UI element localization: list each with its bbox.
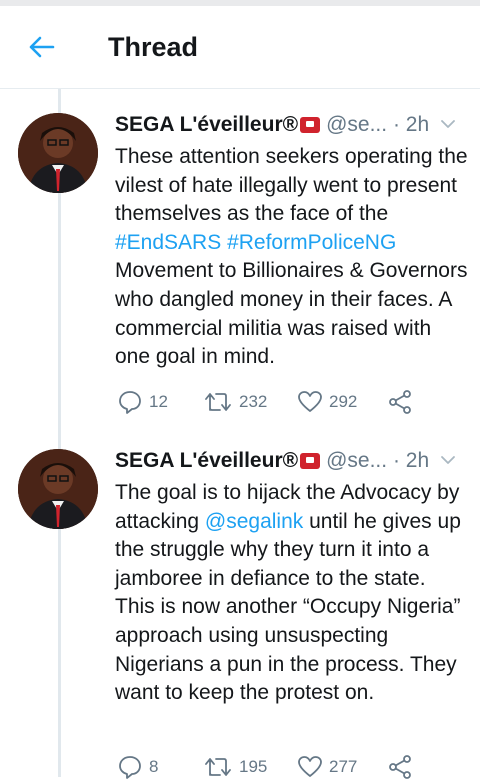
retweet-icon (205, 393, 231, 411)
tweet-text-segment: Movement to Billionaires & Governors who… (115, 259, 468, 369)
tweet-text: The goal is to hijack the Advocacy by at… (115, 479, 470, 708)
tweet-link[interactable]: @segalink (205, 510, 303, 533)
arrow-left-icon (29, 36, 55, 58)
author-handle[interactable]: @se... (326, 113, 387, 136)
heart-icon (298, 391, 322, 412)
share-button[interactable] (387, 752, 413, 782)
back-button[interactable] (26, 32, 56, 62)
tweet-actions: 12 232 292 (115, 387, 445, 417)
chevron-down-icon (441, 456, 455, 464)
retweet-button[interactable]: 195 (203, 752, 267, 782)
flag-emoji-icon (300, 453, 321, 469)
avatar[interactable] (18, 113, 98, 193)
tweet-menu-button[interactable] (439, 115, 457, 133)
reply-count: 12 (149, 392, 168, 411)
flag-emoji-icon (300, 117, 321, 133)
tweet-header: SEGA L'éveilleur® @se... · 2h (115, 449, 465, 479)
page-title: Thread (108, 32, 199, 62)
tweet-text-segment: until he gives up the struggle why they … (115, 509, 461, 705)
author-handle[interactable]: @se... (326, 449, 387, 472)
author-name[interactable]: SEGA L'éveilleur® (115, 113, 298, 136)
tweet-actions: 8 195 277 (115, 752, 445, 782)
avatar[interactable] (18, 449, 98, 529)
tweet-time: · 2h (392, 449, 430, 472)
like-button[interactable]: 292 (297, 387, 357, 417)
retweet-button[interactable]: 232 (203, 387, 267, 417)
like-button[interactable]: 277 (297, 752, 357, 782)
chevron-down-icon (441, 120, 455, 128)
reply-icon (119, 391, 141, 414)
reply-count: 8 (149, 757, 159, 776)
reply-button[interactable]: 12 (117, 387, 168, 417)
reply-button[interactable]: 8 (117, 752, 158, 782)
reply-icon (119, 756, 141, 779)
tweet-menu-button[interactable] (439, 451, 457, 469)
like-count: 292 (329, 392, 358, 411)
tweet-link[interactable]: #EndSARS #ReformPoliceNG (115, 231, 396, 254)
like-count: 277 (329, 757, 358, 776)
app-header: Thread (0, 6, 480, 89)
retweet-count: 232 (239, 392, 268, 411)
share-icon (389, 390, 411, 414)
share-button[interactable] (387, 387, 413, 417)
share-icon (389, 755, 411, 779)
retweet-icon (205, 758, 231, 776)
author-name[interactable]: SEGA L'éveilleur® (115, 449, 298, 472)
tweet-header: SEGA L'éveilleur® @se... · 2h (115, 113, 465, 143)
tweet-text-segment: These attention seekers operating the vi… (115, 145, 468, 226)
retweet-count: 195 (239, 757, 268, 776)
tweet-text: These attention seekers operating the vi… (115, 143, 470, 372)
tweet-time: · 2h (392, 113, 430, 136)
heart-icon (298, 756, 322, 777)
